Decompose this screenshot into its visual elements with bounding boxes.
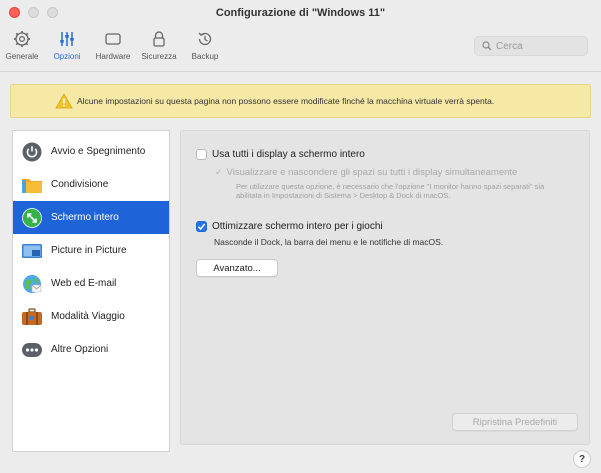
restore-defaults-button[interactable]: Ripristina Predefiniti: [452, 413, 578, 431]
tab-hardware-label: Hardware: [95, 52, 131, 61]
tab-sicurezza[interactable]: Sicurezza: [136, 28, 182, 72]
use-all-displays-option[interactable]: Usa tutti i display a schermo intero: [196, 149, 365, 160]
optimize-games-label: Ottimizzare schermo intero per i giochi: [212, 221, 383, 232]
checkmark-icon: ✓: [215, 167, 223, 177]
sidebar: Avvio e Spegnimento Condivisione Schermo…: [12, 130, 170, 452]
search-field[interactable]: [474, 36, 588, 56]
tab-backup-label: Backup: [191, 52, 219, 61]
gear-icon: [10, 28, 34, 50]
show-hide-spaces-option: ✓ Visualizzare e nascondere gli spazi su…: [215, 167, 517, 178]
sidebar-item-picture-in-picture[interactable]: Picture in Picture: [13, 234, 169, 267]
toolbar: Generale Opzioni Hardware Sicurezza Back…: [0, 28, 228, 72]
tab-opzioni[interactable]: Opzioni: [44, 28, 90, 72]
tab-opzioni-label: Opzioni: [53, 52, 81, 61]
use-all-displays-checkbox[interactable]: [196, 149, 207, 160]
lock-icon: [147, 28, 171, 50]
sidebar-item-label: Avvio e Spegnimento: [51, 146, 146, 157]
options-panel: Usa tutti i display a schermo intero ✓ V…: [180, 130, 590, 445]
sliders-icon: [55, 28, 79, 50]
more-icon: [21, 339, 43, 361]
tab-sicurezza-label: Sicurezza: [141, 52, 177, 61]
warning-triangle-icon: [55, 93, 73, 109]
warning-banner: Alcune impostazioni su questa pagina non…: [10, 84, 591, 118]
sidebar-item-label: Condivisione: [51, 179, 109, 190]
picture-in-picture-icon: [21, 240, 43, 262]
history-icon: [193, 28, 217, 50]
fullscreen-icon: [21, 207, 43, 229]
sidebar-item-label: Schermo intero: [51, 212, 119, 223]
checkmark-icon: [197, 223, 206, 231]
sidebar-item-label: Picture in Picture: [51, 245, 127, 256]
sidebar-item-label: Web ed E-mail: [51, 278, 117, 289]
sidebar-item-altre-opzioni[interactable]: Altre Opzioni: [13, 333, 169, 366]
tab-hardware[interactable]: Hardware: [90, 28, 136, 72]
use-all-displays-label: Usa tutti i display a schermo intero: [212, 149, 365, 160]
sidebar-item-condivisione[interactable]: Condivisione: [13, 168, 169, 201]
show-hide-spaces-label: Visualizzare e nascondere gli spazi su t…: [226, 167, 518, 178]
settings-window: Configurazione di "Windows 11" Generale …: [0, 0, 601, 473]
search-icon: [482, 41, 492, 51]
folder-icon: [21, 174, 43, 196]
titlebar: Configurazione di "Windows 11" Generale …: [0, 0, 601, 72]
optimize-games-checkbox[interactable]: [196, 221, 207, 232]
advanced-button[interactable]: Avanzato...: [196, 259, 278, 277]
globe-icon: [21, 273, 43, 295]
suitcase-icon: [21, 306, 43, 328]
power-icon: [21, 141, 43, 163]
warning-text: Alcune impostazioni su questa pagina non…: [77, 96, 495, 106]
search-input[interactable]: [496, 40, 586, 52]
optimize-games-description: Nasconde il Dock, la barra dei menu e le…: [214, 237, 444, 247]
tab-generale-label: Generale: [5, 52, 39, 61]
sidebar-item-modalita-viaggio[interactable]: Modalità Viaggio: [13, 300, 169, 333]
sidebar-item-label: Altre Opzioni: [51, 344, 109, 355]
sidebar-item-label: Modalità Viaggio: [51, 311, 125, 322]
sidebar-item-web-email[interactable]: Web ed E-mail: [13, 267, 169, 300]
use-all-displays-description: Per utilizzare questa opzione, è necessa…: [236, 182, 545, 200]
display-icon: [101, 28, 125, 50]
tab-generale[interactable]: Generale: [0, 28, 44, 72]
optimize-games-option[interactable]: Ottimizzare schermo intero per i giochi: [196, 221, 383, 232]
sidebar-item-avvio[interactable]: Avvio e Spegnimento: [13, 135, 169, 168]
help-button[interactable]: ?: [573, 450, 591, 468]
tab-backup[interactable]: Backup: [182, 28, 228, 72]
window-title: Configurazione di "Windows 11": [215, 7, 386, 19]
sidebar-item-schermo-intero[interactable]: Schermo intero: [13, 201, 169, 234]
